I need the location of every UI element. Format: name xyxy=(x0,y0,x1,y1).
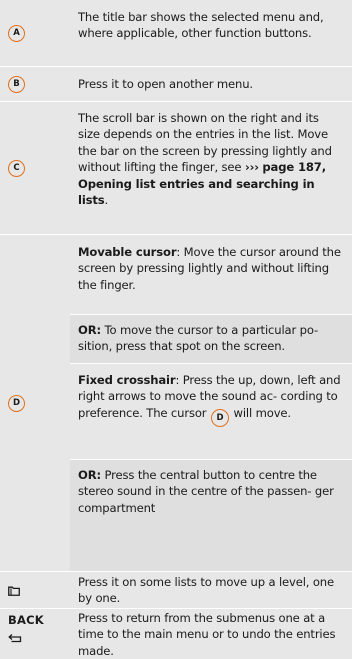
folder-up-icon xyxy=(8,581,20,600)
badge-b-icon: B xyxy=(8,75,25,93)
or-position-text: To move the cursor to a particular po- s… xyxy=(78,323,319,354)
legend-key-d: D xyxy=(8,235,58,571)
badge-d-inline-icon: D xyxy=(210,409,229,428)
legend-text-back: Press to return from the submenus one at… xyxy=(78,611,336,658)
legend-row-d: D Movable cursor: Move the cursor around… xyxy=(0,235,352,571)
legend-text-b: Press it to open another menu. xyxy=(78,77,253,91)
legend-row-b: B Press it to open another menu. xyxy=(0,67,352,101)
badge-a-icon: A xyxy=(8,24,25,42)
cross-reference-arrows: ››› xyxy=(244,160,259,175)
or-label: OR: xyxy=(78,323,101,337)
badge-c-icon: C xyxy=(8,159,25,177)
legend-key-c: C xyxy=(8,102,58,234)
return-arrow-icon xyxy=(8,628,22,647)
or-centre-block: OR: Press the central button to centre t… xyxy=(70,460,352,571)
fixed-crosshair-block: Fixed crosshair: Press the up, down, lef… xyxy=(70,364,352,459)
badge-d-icon: D xyxy=(8,394,25,412)
legend-row-a: A The title bar shows the selected menu … xyxy=(0,0,352,66)
legend-key-folder xyxy=(8,572,58,608)
fixed-crosshair-end: will move. xyxy=(229,405,292,420)
legend-key-b: B xyxy=(8,67,58,101)
legend-text-c-end: . xyxy=(104,193,109,208)
legend-row-folder: Press it on some lists to move up a leve… xyxy=(0,572,352,608)
movable-cursor-block: Movable cursor: Move the cursor around t… xyxy=(70,235,352,314)
legend-key-a: A xyxy=(8,0,58,66)
legend-text-a: The title bar shows the selected menu an… xyxy=(78,10,324,41)
legend-table: A The title bar shows the selected menu … xyxy=(0,0,352,658)
legend-key-back: BACK xyxy=(8,613,58,653)
legend-text-folder: Press it on some lists to move up a leve… xyxy=(78,575,334,606)
or-position-block: OR: To move the cursor to a particular p… xyxy=(70,315,352,363)
legend-text-c: The scroll bar is shown on the right and… xyxy=(78,110,344,208)
legend-row-back: BACK Press to return from the submenus o… xyxy=(0,609,352,658)
legend-row-c: C The scroll bar is shown on the right a… xyxy=(0,102,352,234)
or-label: OR: xyxy=(78,468,101,482)
movable-cursor-label: Movable cursor xyxy=(78,245,177,259)
back-label: BACK xyxy=(8,613,44,627)
or-centre-text: Press the central button to centre the s… xyxy=(78,468,334,515)
fixed-crosshair-label: Fixed crosshair xyxy=(78,373,176,387)
